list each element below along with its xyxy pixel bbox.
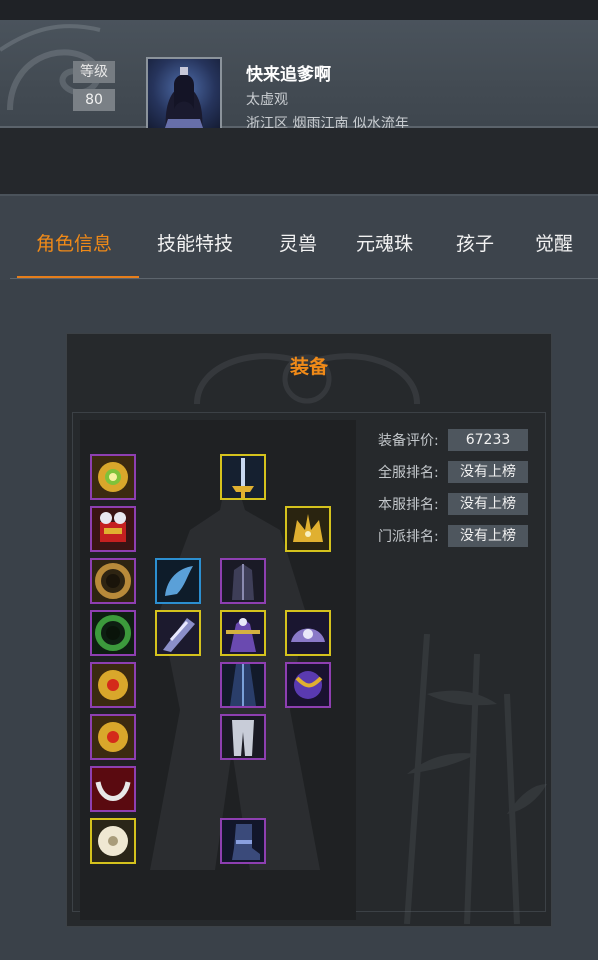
stat-label-global-rank: 全服排名: — [378, 465, 439, 481]
ring-slot-1[interactable] — [90, 558, 136, 604]
amulet-icon — [92, 456, 134, 498]
status-bar — [0, 0, 598, 20]
robe-slot[interactable] — [220, 662, 266, 708]
belt-slot[interactable] — [285, 662, 331, 708]
equipment-panel: 装备 装备评价: 67233 全服排名: 没有上榜 本服排名: 没有上榜 门派排… — [66, 333, 552, 927]
tab-bar: 角色信息 技能特技 灵兽 元魂珠 孩子 觉醒 — [0, 196, 598, 280]
earring-slot-2[interactable] — [90, 714, 136, 760]
jade-slot[interactable] — [90, 818, 136, 864]
player-name: 快来追爹啊 — [246, 65, 331, 85]
decorative-bamboo — [404, 634, 547, 924]
stat-value-server-rank: 没有上榜 — [448, 493, 528, 515]
tab-soul-orb[interactable]: 元魂珠 — [356, 229, 413, 259]
level-label: 等级 — [73, 61, 115, 83]
shoulder-icon — [287, 612, 329, 654]
armor-icon — [222, 560, 264, 602]
necklace-icon — [92, 768, 134, 810]
boots-slot[interactable] — [220, 818, 266, 864]
earring-icon — [92, 716, 134, 758]
gauntlet-icon — [157, 612, 199, 654]
level-value: 80 — [73, 89, 115, 111]
amulet-slot[interactable] — [90, 454, 136, 500]
tab-character-info[interactable]: 角色信息 — [36, 229, 112, 259]
robe-icon — [222, 664, 264, 706]
boots-icon — [222, 820, 264, 862]
player-sect: 太虚观 — [246, 92, 288, 108]
divider-band — [0, 128, 598, 196]
offhand-slot[interactable] — [155, 610, 201, 656]
charm-slot[interactable] — [90, 506, 136, 552]
ring-slot-2[interactable] — [90, 610, 136, 656]
stat-value-global-rank: 没有上榜 — [448, 461, 528, 483]
pants-icon — [222, 716, 264, 758]
costume-icon — [222, 612, 264, 654]
jade-disc-icon — [92, 820, 134, 862]
player-avatar[interactable] — [146, 57, 222, 133]
ring-icon — [92, 560, 134, 602]
stat-label-server-rank: 本服排名: — [378, 497, 439, 513]
wing-slot[interactable] — [155, 558, 201, 604]
tab-divider — [10, 278, 598, 279]
armor-slot[interactable] — [220, 558, 266, 604]
tab-children[interactable]: 孩子 — [456, 229, 494, 259]
equipment-title: 装备 — [289, 356, 328, 378]
crown-icon — [287, 508, 329, 550]
tab-spirit-beast[interactable]: 灵兽 — [279, 229, 317, 259]
shoulder-slot[interactable] — [285, 610, 331, 656]
helmet-slot[interactable] — [285, 506, 331, 552]
wing-icon — [157, 560, 199, 602]
pants-slot[interactable] — [220, 714, 266, 760]
character-portrait-icon — [164, 67, 204, 131]
tab-skills[interactable]: 技能特技 — [157, 229, 233, 259]
costume-slot[interactable] — [220, 610, 266, 656]
necklace-slot[interactable] — [90, 766, 136, 812]
earring-icon — [92, 664, 134, 706]
player-profile: 等级 80 快来追爹啊 太虚观 浙江区 烟雨江南 似水流年 — [0, 20, 598, 133]
sword-icon — [222, 456, 264, 498]
earring-slot-1[interactable] — [90, 662, 136, 708]
stat-label-score: 装备评价: — [378, 433, 439, 449]
weapon-slot[interactable] — [220, 454, 266, 500]
stat-value-score: 67233 — [448, 429, 528, 451]
belt-icon — [287, 664, 329, 706]
stat-label-sect-rank: 门派排名: — [378, 529, 439, 545]
stat-value-sect-rank: 没有上榜 — [448, 525, 528, 547]
tab-awakening[interactable]: 觉醒 — [535, 229, 573, 259]
charm-icon — [92, 508, 134, 550]
jade-ring-icon — [92, 612, 134, 654]
